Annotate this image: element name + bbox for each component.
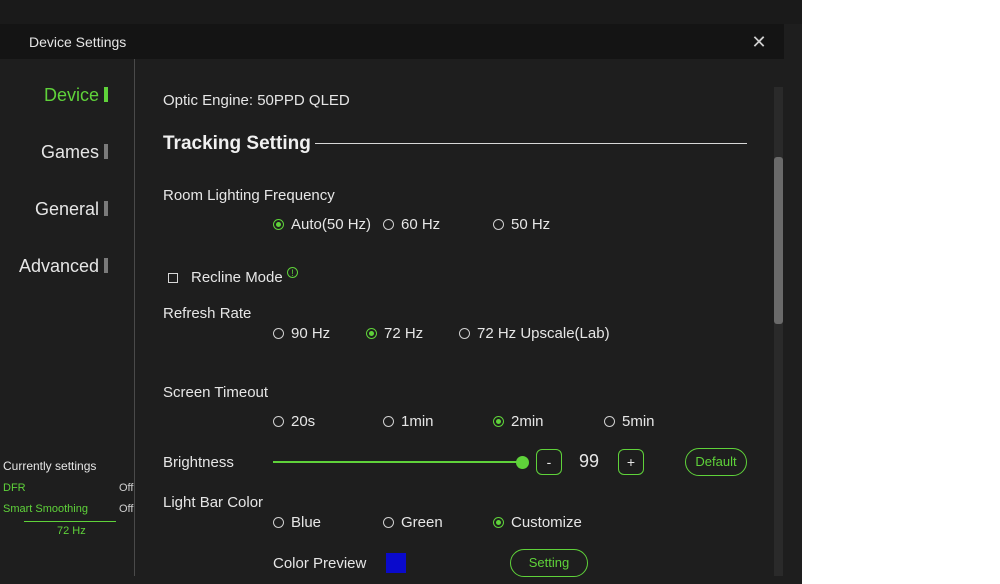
- sidebar-item-advanced[interactable]: Advanced: [19, 256, 108, 277]
- radio-label: Customize: [511, 514, 582, 531]
- close-icon[interactable]: ✕: [748, 32, 770, 52]
- radio-indicator: [493, 416, 504, 427]
- radio-label: 50 Hz: [511, 216, 551, 233]
- radio-indicator: [604, 416, 615, 427]
- dfr-label: DFR: [3, 482, 26, 494]
- sidebar-item-general[interactable]: General: [35, 199, 108, 220]
- radio-50hz[interactable]: 50 Hz: [493, 216, 550, 233]
- radio-60hz[interactable]: 60 Hz: [383, 216, 440, 233]
- screen-timeout-label: Screen Timeout: [163, 384, 269, 401]
- radio-72hz-upscale[interactable]: 72 Hz Upscale(Lab): [459, 325, 610, 342]
- brightness-label: Brightness: [163, 454, 234, 471]
- current-refresh-rate: 72 Hz: [57, 525, 86, 537]
- tracking-section-title: Tracking Setting: [163, 133, 311, 154]
- radio-label: 72 Hz: [384, 325, 424, 342]
- radio-indicator: [366, 328, 377, 339]
- brightness-value: 99: [579, 451, 600, 471]
- radio-indicator: [493, 219, 504, 230]
- radio-indicator: [273, 328, 284, 339]
- radio-5min[interactable]: 5min: [604, 413, 655, 430]
- indicator: [104, 201, 108, 216]
- radio-label: 60 Hz: [401, 216, 441, 233]
- smart-smoothing-row: Smart Smoothing Off: [3, 503, 135, 515]
- radio-indicator: [273, 416, 284, 427]
- radio-auto-50hz[interactable]: Auto(50 Hz): [273, 216, 371, 233]
- refresh-rate-label: Refresh Rate: [163, 305, 252, 322]
- active-indicator: [104, 87, 108, 102]
- sidebar-item-device[interactable]: Device: [44, 85, 108, 106]
- radio-20s[interactable]: 20s: [273, 413, 315, 430]
- current-settings-title: Currently settings: [3, 459, 97, 473]
- settings-content: Optic Engine: 50PPD QLED Tracking Settin…: [135, 59, 775, 584]
- smart-smoothing-value: Off: [119, 503, 134, 515]
- radio-indicator: [273, 219, 284, 230]
- radio-label: Blue: [291, 514, 322, 531]
- radio-indicator: [383, 416, 394, 427]
- color-setting-button[interactable]: Setting: [510, 549, 588, 577]
- radio-label: 72 Hz Upscale(Lab): [477, 325, 610, 342]
- device-settings-window: Device Settings ✕ Device Games General A…: [0, 0, 802, 584]
- title-bar: Device Settings ✕: [0, 24, 784, 59]
- brightness-slider-track[interactable]: [273, 461, 525, 463]
- radio-customize[interactable]: Customize: [493, 514, 582, 531]
- color-preview-swatch: [386, 553, 406, 573]
- brightness-slider-thumb[interactable]: [515, 456, 529, 469]
- radio-90hz[interactable]: 90 Hz: [273, 325, 330, 342]
- light-bar-color-label: Light Bar Color: [163, 494, 264, 511]
- radio-label: Green: [401, 514, 443, 531]
- radio-blue[interactable]: Blue: [273, 514, 321, 531]
- radio-indicator: [383, 219, 394, 230]
- radio-indicator: [459, 328, 470, 339]
- sidebar-item-games[interactable]: Games: [41, 142, 108, 163]
- radio-indicator: [273, 517, 284, 528]
- indicator: [104, 144, 108, 159]
- radio-label: 90 Hz: [291, 325, 331, 342]
- radio-2min[interactable]: 2min: [493, 413, 544, 430]
- color-preview-label: Color Preview: [273, 555, 367, 572]
- current-settings-divider: [24, 521, 116, 522]
- radio-indicator: [383, 517, 394, 528]
- info-icon[interactable]: !: [287, 267, 298, 278]
- radio-1min[interactable]: 1min: [383, 413, 434, 430]
- optic-engine-label: Optic Engine: 50PPD QLED: [163, 92, 350, 109]
- radio-label: 5min: [622, 413, 655, 430]
- checkbox-box: [168, 272, 178, 283]
- section-divider: [315, 143, 747, 144]
- sidebar-item-label: Games: [40, 142, 99, 162]
- window-title: Device Settings: [29, 34, 127, 50]
- room-lighting-label: Room Lighting Frequency: [163, 187, 335, 204]
- sidebar-item-label: Device: [43, 85, 99, 105]
- default-button[interactable]: Default: [685, 448, 747, 476]
- sidebar-item-label: General: [34, 199, 99, 219]
- scrollbar-thumb[interactable]: [774, 157, 783, 324]
- brightness-increase-button[interactable]: +: [618, 449, 644, 475]
- radio-72hz[interactable]: 72 Hz: [366, 325, 423, 342]
- smart-smoothing-label: Smart Smoothing: [3, 503, 88, 515]
- recline-mode-checkbox[interactable]: Recline Mode: [168, 269, 283, 286]
- radio-label: 1min: [401, 413, 434, 430]
- brightness-decrease-button[interactable]: -: [536, 449, 562, 475]
- top-strip: [0, 0, 802, 24]
- sidebar-item-label: Advanced: [18, 256, 99, 276]
- radio-green[interactable]: Green: [383, 514, 443, 531]
- radio-label: Auto(50 Hz): [291, 216, 372, 233]
- recline-mode-label: Recline Mode: [191, 269, 283, 286]
- indicator: [104, 258, 108, 273]
- radio-label: 20s: [291, 413, 316, 430]
- dfr-value: Off: [119, 482, 134, 494]
- radio-indicator: [493, 517, 504, 528]
- dfr-row: DFR Off: [3, 482, 135, 494]
- radio-label: 2min: [511, 413, 544, 430]
